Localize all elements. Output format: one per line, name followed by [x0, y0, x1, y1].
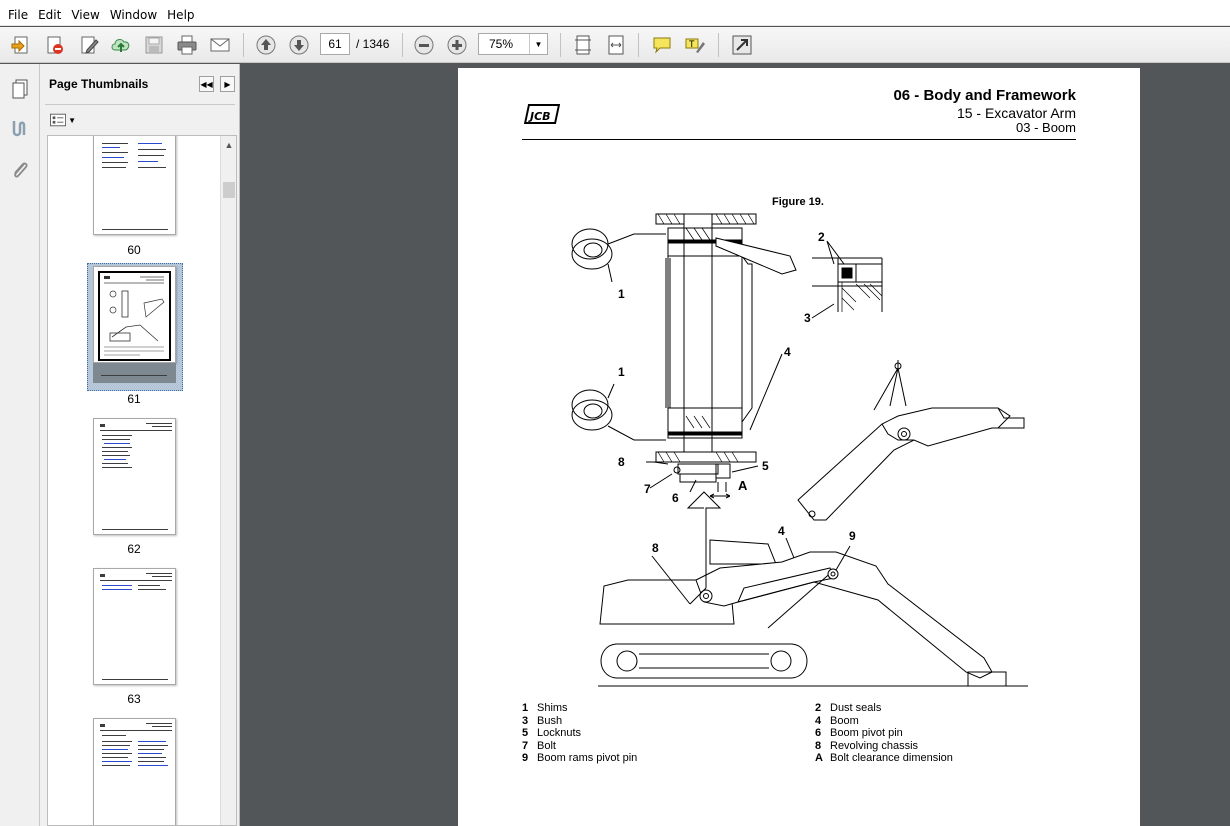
panel-title: Page Thumbnails	[49, 77, 149, 91]
expand-icon[interactable]	[729, 32, 755, 58]
pivot-pin-section	[646, 213, 757, 499]
chevron-down-icon: ▼	[68, 115, 76, 125]
edit-pdf-icon[interactable]	[76, 32, 102, 58]
upload-cloud-icon[interactable]	[108, 32, 134, 58]
legend-item: 6 Boom pivot pin	[815, 727, 903, 740]
navigation-pane-strip	[0, 64, 40, 826]
callout-1: 1	[618, 287, 625, 301]
thumbnail-list[interactable]: 60 61 62 63 ▲	[47, 135, 237, 826]
callout-4: 4	[784, 345, 791, 359]
print-icon[interactable]	[174, 32, 200, 58]
scrollbar-thumb[interactable]	[223, 182, 235, 198]
shims-top-illustration	[571, 228, 613, 270]
thumbnail-options-button[interactable]: ▼	[50, 111, 76, 129]
page-thumbnails-panel: Page Thumbnails ◀◀ ▶ ▼ 60 61 62 63 ▲	[40, 64, 240, 826]
legend-left-column: 1 Shims 3 Bush 5 Locknuts 7 Bolt 9 Boom rams …	[522, 702, 637, 765]
dust-seal-detail	[812, 257, 883, 312]
legend-item: 1 Shims	[522, 702, 568, 714]
callout-8: 8	[652, 541, 659, 555]
thumbnail-page-61[interactable]	[93, 266, 176, 363]
page-thumbnails-icon[interactable]	[6, 74, 34, 102]
comment-icon[interactable]	[649, 32, 675, 58]
page-number-input[interactable]	[320, 33, 350, 55]
previous-page-icon[interactable]	[253, 32, 279, 58]
thumbnail-page-60[interactable]	[93, 136, 176, 235]
shims-bottom-illustration	[571, 389, 613, 431]
email-icon[interactable]	[207, 32, 233, 58]
create-pdf-from-file-icon[interactable]	[42, 32, 68, 58]
thumbnail-page-61-lower	[93, 363, 176, 383]
highlight-text-icon[interactable]: T	[682, 32, 708, 58]
legend-item: 3 Bush	[522, 714, 563, 727]
legend-item: 5 Locknuts	[522, 727, 582, 740]
thumbnail-page-63[interactable]	[93, 568, 176, 685]
menu-bar: File Edit View Window Help	[0, 5, 1230, 26]
callout-1: 1	[618, 365, 625, 379]
boom-lifting-sketch	[797, 360, 1025, 521]
callout-A: A	[738, 478, 748, 493]
zoom-in-icon[interactable]	[444, 32, 470, 58]
menu-file[interactable]: File	[3, 8, 33, 22]
attachments-paperclip-icon[interactable]	[6, 156, 34, 184]
thumbnail-label: 60	[127, 243, 141, 257]
excavator-side-view	[598, 491, 1028, 687]
menu-help[interactable]: Help	[162, 8, 199, 22]
toolbar-separator	[560, 33, 561, 57]
menu-edit[interactable]: Edit	[33, 8, 66, 22]
options-menu-icon	[50, 113, 67, 127]
scroll-up-arrow-icon[interactable]: ▲	[221, 136, 236, 154]
fit-width-icon[interactable]	[603, 32, 629, 58]
thumbnail-scrollbar[interactable]: ▲	[220, 136, 236, 825]
save-icon[interactable]	[141, 32, 167, 58]
legend-item: 8 Revolving chassis	[815, 739, 919, 752]
thumbnail-label: 61	[127, 392, 141, 406]
thumbnail-page-64[interactable]	[93, 718, 176, 825]
panel-divider	[45, 104, 235, 105]
menu-view[interactable]: View	[66, 8, 104, 22]
thumbnail-page-62[interactable]	[93, 418, 176, 535]
callout-3: 3	[804, 311, 811, 325]
zoom-level-select[interactable]: 75% ▼	[478, 33, 548, 55]
legend-item: A Bolt clearance dimension	[815, 752, 953, 765]
callout-4: 4	[778, 524, 785, 538]
document-view[interactable]: JCB 06 - Body and Framework 15 - Excavat…	[241, 64, 1230, 826]
toolbar-separator	[402, 33, 403, 57]
callout-8: 8	[618, 455, 625, 469]
page-total-count: / 1346	[356, 37, 390, 51]
toolbar-separator	[718, 33, 719, 57]
callout-6: 6	[672, 491, 679, 505]
zoom-level-value: 75%	[489, 37, 514, 51]
chevron-down-icon[interactable]: ▼	[529, 34, 547, 54]
thumbnail-label: 62	[127, 542, 141, 556]
expand-panel-icon[interactable]: ▶	[220, 76, 235, 92]
legend-item: 2 Dust seals	[815, 702, 882, 714]
pdf-page: JCB 06 - Body and Framework 15 - Excavat…	[458, 68, 1140, 826]
svg-text:T: T	[689, 39, 695, 49]
fit-page-icon[interactable]	[570, 32, 596, 58]
pdf-viewer-window: File Edit View Window Help 61 / 1346 75%…	[0, 0, 1230, 826]
zoom-out-icon[interactable]	[411, 32, 437, 58]
callout-5: 5	[762, 459, 769, 473]
legend-item: 4 Boom	[815, 714, 859, 727]
collapse-panel-icon[interactable]: ◀◀	[199, 76, 214, 92]
legend-item: 7 Bolt	[522, 739, 556, 752]
bookmarks-icon[interactable]	[6, 114, 34, 142]
callout-9: 9	[849, 529, 856, 543]
legend-right-column: 2 Dust seals 4 Boom 6 Boom pivot pin 8 Revol…	[815, 702, 953, 765]
legend-item: 9 Boom rams pivot pin	[522, 752, 638, 765]
toolbar: / 1346 75% ▼ T	[0, 27, 1230, 63]
toolbar-separator	[243, 33, 244, 57]
toolbar-separator	[638, 33, 639, 57]
menu-window[interactable]: Window	[105, 8, 162, 22]
create-pdf-icon[interactable]	[8, 32, 34, 58]
thumbnail-figure-preview	[104, 276, 165, 356]
callout-2: 2	[818, 230, 825, 244]
next-page-icon[interactable]	[286, 32, 312, 58]
thumbnail-label: 63	[127, 692, 141, 706]
callout-7: 7	[644, 482, 651, 496]
